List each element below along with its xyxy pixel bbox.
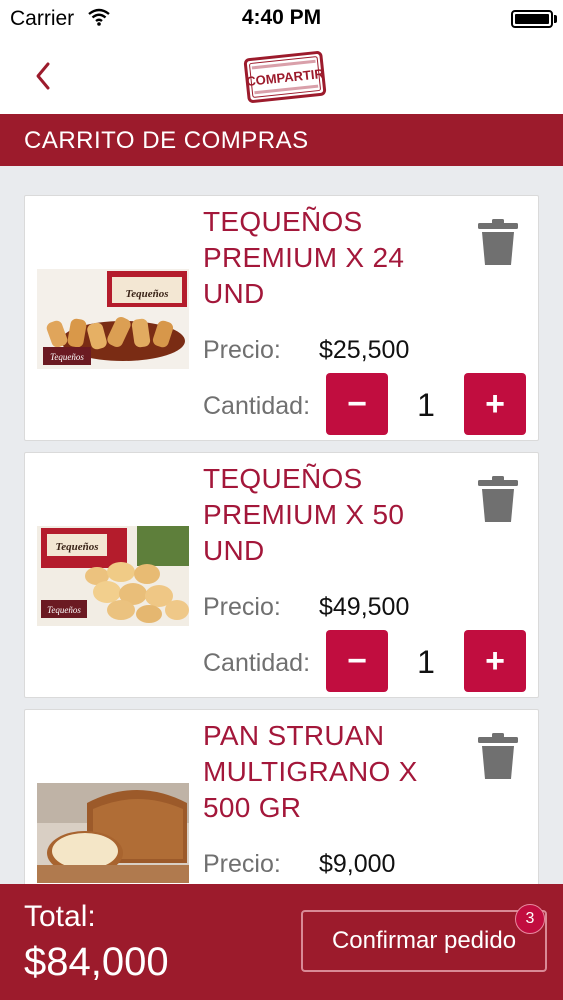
total-label: Total: (24, 900, 96, 933)
price-label: Precio: (203, 593, 281, 621)
cart-item: Tequeños Tequeños TEQUEÑOS PREMIUM X 24 … (24, 195, 539, 441)
cart-item: PAN STRUAN MULTIGRANO X 500 GR Precio: $… (24, 709, 539, 884)
decrease-quantity-button[interactable]: − (326, 630, 388, 692)
battery-icon (511, 10, 553, 28)
clock: 4:40 PM (241, 6, 322, 29)
increase-quantity-button[interactable]: + (464, 630, 526, 692)
product-name: PAN STRUAN MULTIGRANO X 500 GR (203, 720, 418, 823)
price-value: $9,000 (319, 850, 396, 878)
checkout-bar: Total: $84,000 Confirmar pedido (0, 884, 563, 1000)
svg-text:Tequeños: Tequeños (47, 605, 81, 615)
confirm-order-button[interactable]: Confirmar pedido (301, 910, 547, 972)
trash-icon[interactable] (477, 218, 519, 266)
price-value: $25,500 (319, 336, 410, 364)
price-label: Precio: (203, 336, 281, 364)
page-title: CARRITO DE COMPRAS (24, 127, 309, 154)
price-value: $49,500 (319, 593, 410, 621)
quantity-value: 1 (417, 387, 435, 423)
total-value: $84,000 (24, 940, 169, 984)
brand-logo: COMPARTIR (243, 51, 327, 103)
decrease-quantity-button[interactable]: − (326, 373, 388, 435)
svg-text:Tequeños: Tequeños (126, 288, 169, 300)
trash-icon[interactable] (477, 475, 519, 523)
cart-item: Tequeños Tequeños TEQUEÑOS PREMIUM X 50 … (24, 452, 539, 698)
product-image: Tequeños Tequeños (37, 269, 189, 369)
increase-quantity-button[interactable]: + (464, 373, 526, 435)
product-name: TEQUEÑOS PREMIUM X 50 UND (203, 463, 405, 566)
trash-icon[interactable] (477, 732, 519, 780)
product-image (37, 783, 189, 883)
quantity-label: Cantidad: (203, 392, 311, 420)
svg-text:Tequeños: Tequeños (50, 352, 84, 362)
quantity-value: 1 (417, 644, 435, 680)
product-name: TEQUEÑOS PREMIUM X 24 UND (203, 206, 405, 309)
section-header: CARRITO DE COMPRAS (0, 114, 563, 166)
quantity-label: Cantidad: (203, 649, 311, 677)
product-image: Tequeños Tequeños (37, 526, 189, 626)
status-bar: Carrier 4:40 PM (0, 0, 563, 38)
cart-list[interactable]: Tequeños Tequeños TEQUEÑOS PREMIUM X 24 … (0, 166, 563, 884)
price-label: Precio: (203, 850, 281, 878)
battery-tip (554, 15, 557, 23)
cart-count-badge: 3 (515, 904, 545, 934)
nav-bar: COMPARTIR (0, 38, 563, 114)
back-button[interactable] (28, 56, 58, 96)
chevron-left-icon (36, 62, 50, 90)
svg-text:Tequeños: Tequeños (56, 541, 99, 553)
